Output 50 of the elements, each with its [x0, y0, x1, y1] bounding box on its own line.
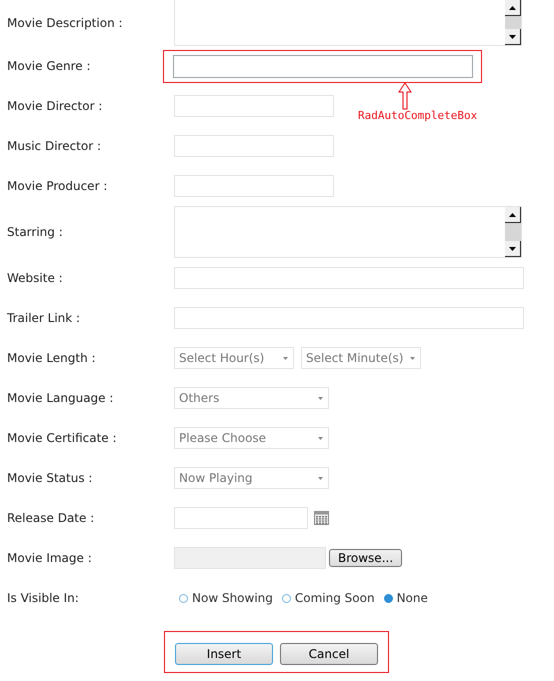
file-path-field[interactable]	[174, 547, 326, 569]
insert-button[interactable]: Insert	[175, 643, 273, 665]
field-label: Movie Description :	[7, 16, 124, 30]
dropdown[interactable]: Others	[174, 387, 329, 409]
input-field[interactable]	[174, 307, 524, 329]
radio-icon[interactable]	[384, 594, 393, 602]
caret-icon	[410, 356, 415, 360]
dropdown[interactable]: Select Hour(s)	[174, 347, 294, 369]
radio-option[interactable]: None	[384, 591, 428, 605]
caret-icon	[283, 356, 288, 360]
field-label: Movie Director :	[7, 99, 104, 113]
input-field[interactable]	[174, 175, 334, 197]
autocomplete-field[interactable]	[173, 54, 473, 78]
caret-icon	[318, 396, 323, 400]
input-field[interactable]	[174, 135, 334, 157]
radio-icon[interactable]	[179, 594, 188, 602]
radio-icon[interactable]	[282, 594, 291, 602]
field-label: Movie Genre :	[7, 59, 92, 73]
dropdown[interactable]: Please Choose	[174, 427, 329, 449]
field-label: Is Visible In:	[7, 591, 80, 605]
scroll-up-icon[interactable]	[505, 207, 521, 223]
scrollbar[interactable]	[505, 0, 521, 45]
radio-option[interactable]: Now Showing	[179, 591, 273, 605]
scrollbar[interactable]	[505, 207, 521, 257]
caret-icon	[318, 476, 323, 480]
scroll-up-icon[interactable]	[505, 0, 521, 16]
field-label: Movie Producer :	[7, 179, 108, 193]
field-label: Trailer Link :	[7, 311, 82, 325]
field-label: Movie Certificate :	[7, 431, 118, 445]
field-label: Starring :	[7, 225, 64, 239]
caret-icon	[318, 436, 323, 440]
radio-option[interactable]: Coming Soon	[282, 591, 375, 605]
browse-button[interactable]: Browse...	[329, 549, 402, 567]
date-field[interactable]	[174, 507, 308, 529]
field-label: Movie Image :	[7, 551, 93, 565]
field-label: Website :	[7, 271, 64, 285]
input-field[interactable]	[174, 267, 524, 289]
field-label: Movie Language :	[7, 391, 114, 405]
field-label: Movie Status :	[7, 471, 94, 485]
scroll-down-icon[interactable]	[505, 29, 521, 45]
annotation-label: RadAutoCompleteBox	[358, 109, 478, 122]
field-label: Movie Length :	[7, 351, 97, 365]
calendar-icon[interactable]	[314, 511, 329, 525]
scroll-down-icon[interactable]	[505, 241, 521, 257]
field-label: Music Director :	[7, 139, 102, 153]
field-label: Release Date :	[7, 511, 96, 525]
input-field[interactable]	[174, 95, 334, 117]
dropdown[interactable]: Select Minute(s)	[301, 347, 421, 369]
cancel-button[interactable]: Cancel	[280, 643, 378, 665]
dropdown[interactable]: Now Playing	[174, 467, 329, 489]
